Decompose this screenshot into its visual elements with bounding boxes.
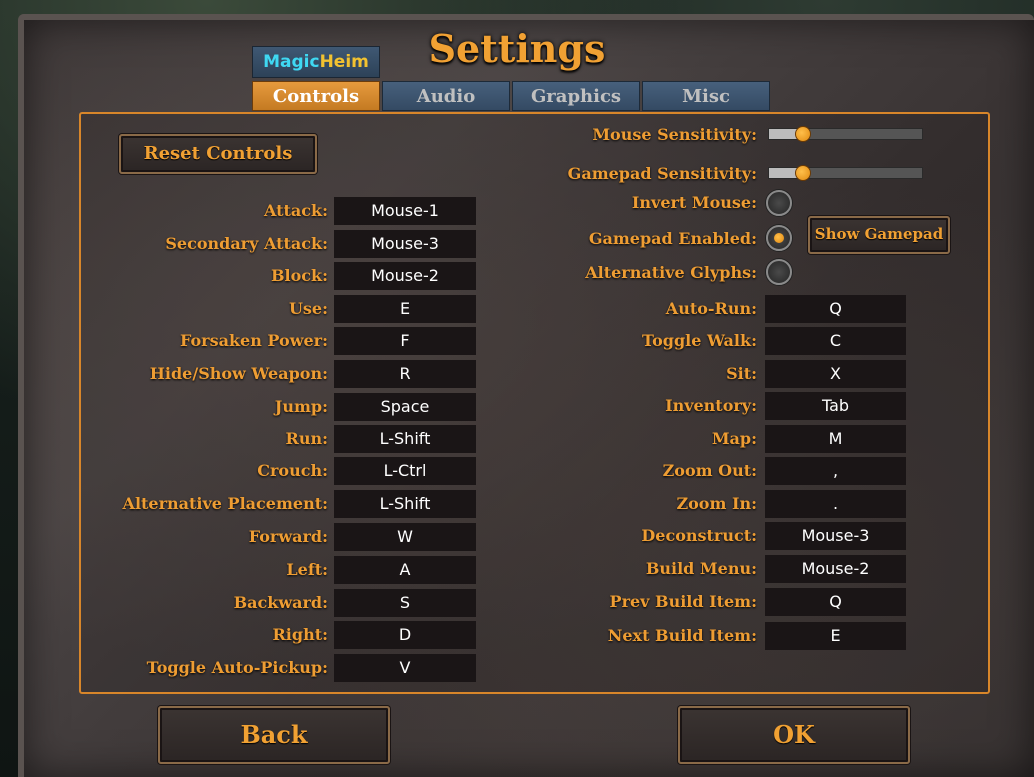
binding-key-sit[interactable]: X	[765, 360, 906, 388]
binding-key-toggle-auto-pickup[interactable]: V	[334, 654, 476, 682]
binding-label-forsaken-power: Forsaken Power:	[180, 331, 328, 350]
binding-label-toggle-walk: Toggle Walk:	[642, 331, 757, 350]
binding-label-prev-build-item: Prev Build Item:	[609, 592, 757, 611]
invert-mouse-toggle[interactable]	[766, 190, 792, 216]
binding-key-backward[interactable]: S	[334, 589, 476, 617]
badge-label-part2: Heim	[319, 52, 369, 72]
binding-key-forsaken-power[interactable]: F	[334, 327, 476, 355]
binding-label-deconstruct: Deconstruct:	[641, 526, 757, 545]
binding-key-zoom-in[interactable]: .	[765, 490, 906, 518]
binding-key-alternative-placement[interactable]: L-Shift	[334, 490, 476, 518]
invert-mouse-label: Invert Mouse:	[631, 193, 757, 212]
binding-label-use: Use:	[288, 299, 328, 318]
binding-key-zoom-out[interactable]: ,	[765, 457, 906, 485]
gamepad-enabled-toggle[interactable]	[766, 225, 792, 251]
tab-audio[interactable]: Audio	[382, 81, 510, 111]
binding-label-map: Map:	[711, 429, 757, 448]
binding-key-auto-run[interactable]: Q	[765, 295, 906, 323]
binding-label-toggle-auto-pickup: Toggle Auto-Pickup:	[146, 658, 328, 677]
binding-key-forward[interactable]: W	[334, 523, 476, 551]
binding-key-build-menu[interactable]: Mouse-2	[765, 555, 906, 583]
binding-label-alternative-placement: Alternative Placement:	[122, 494, 328, 513]
binding-label-next-build-item: Next Build Item:	[607, 626, 757, 645]
binding-label-run: Run:	[285, 429, 328, 448]
mouse-sensitivity-slider[interactable]	[768, 126, 923, 142]
binding-key-toggle-walk[interactable]: C	[765, 327, 906, 355]
binding-label-auto-run: Auto-Run:	[665, 299, 757, 318]
alternative-glyphs-toggle[interactable]	[766, 259, 792, 285]
binding-label-zoom-out: Zoom Out:	[662, 461, 757, 480]
binding-label-forward: Forward:	[248, 527, 328, 546]
page-title: Settings	[428, 26, 606, 71]
binding-key-crouch[interactable]: L-Ctrl	[334, 457, 476, 485]
slider-handle[interactable]	[794, 165, 811, 181]
binding-key-left[interactable]: A	[334, 556, 476, 584]
gamepad-enabled-label: Gamepad Enabled:	[588, 229, 757, 248]
binding-label-jump: Jump:	[274, 397, 328, 416]
binding-label-block: Block:	[270, 266, 328, 285]
binding-key-next-build-item[interactable]: E	[765, 622, 906, 650]
binding-key-use[interactable]: E	[334, 295, 476, 323]
show-gamepad-button[interactable]: Show Gamepad	[808, 216, 950, 254]
gamepad-sensitivity-label: Gamepad Sensitivity:	[567, 164, 757, 183]
binding-label-right: Right:	[272, 625, 329, 644]
binding-label-secondary-attack: Secondary Attack:	[165, 234, 328, 253]
binding-label-backward: Backward:	[233, 593, 328, 612]
binding-label-hide-show-weapon: Hide/Show Weapon:	[149, 364, 328, 383]
binding-label-crouch: Crouch:	[257, 461, 328, 480]
ok-button[interactable]: OK	[678, 706, 910, 764]
tab-graphics[interactable]: Graphics	[512, 81, 640, 111]
binding-key-attack[interactable]: Mouse-1	[334, 197, 476, 225]
binding-key-right[interactable]: D	[334, 621, 476, 649]
magicheim-badge[interactable]: MagicHeim	[252, 46, 380, 78]
binding-key-prev-build-item[interactable]: Q	[765, 588, 906, 616]
back-button[interactable]: Back	[158, 706, 390, 764]
binding-key-run[interactable]: L-Shift	[334, 425, 476, 453]
binding-key-hide-show-weapon[interactable]: R	[334, 360, 476, 388]
toggle-checked-dot	[774, 233, 784, 243]
slider-handle[interactable]	[794, 126, 811, 142]
tab-misc[interactable]: Misc	[642, 81, 770, 111]
binding-label-left: Left:	[286, 560, 328, 579]
mouse-sensitivity-label: Mouse Sensitivity:	[592, 125, 757, 144]
binding-key-block[interactable]: Mouse-2	[334, 262, 476, 290]
gamepad-sensitivity-slider[interactable]	[768, 165, 923, 181]
binding-key-jump[interactable]: Space	[334, 393, 476, 421]
binding-label-sit: Sit:	[726, 364, 757, 383]
tab-controls[interactable]: Controls	[252, 81, 380, 111]
alternative-glyphs-label: Alternative Glyphs:	[585, 263, 757, 282]
binding-key-inventory[interactable]: Tab	[765, 392, 906, 420]
binding-key-deconstruct[interactable]: Mouse-3	[765, 522, 906, 550]
binding-label-attack: Attack:	[263, 201, 328, 220]
badge-label-part1: Magic	[263, 52, 320, 72]
binding-key-secondary-attack[interactable]: Mouse-3	[334, 230, 476, 258]
binding-label-build-menu: Build Menu:	[645, 559, 757, 578]
binding-label-zoom-in: Zoom In:	[676, 494, 757, 513]
binding-key-map[interactable]: M	[765, 425, 906, 453]
binding-label-inventory: Inventory:	[665, 396, 757, 415]
reset-controls-button[interactable]: Reset Controls	[119, 134, 317, 174]
